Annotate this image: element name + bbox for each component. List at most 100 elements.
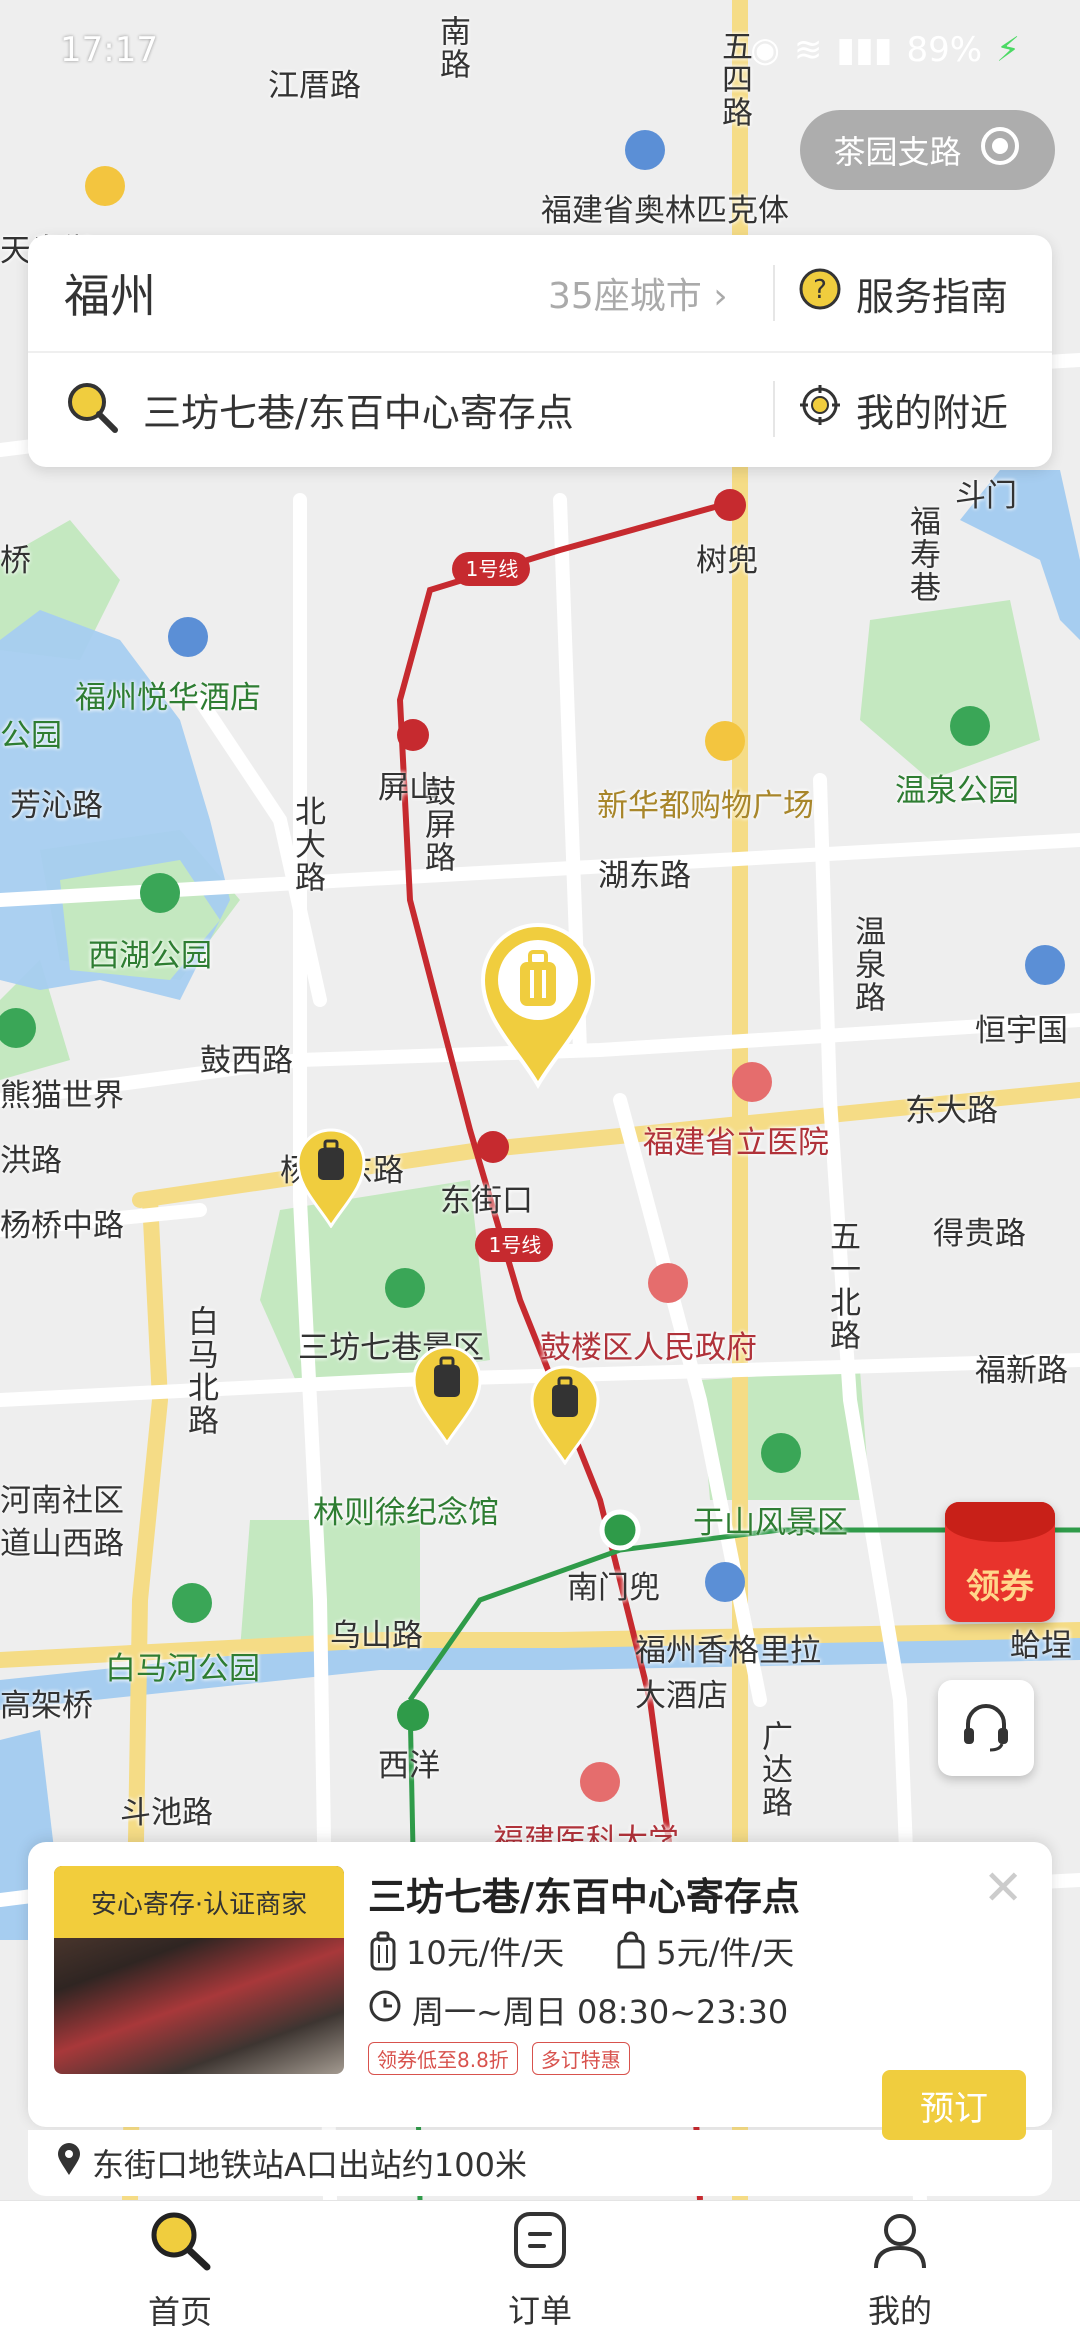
suitcase-icon [368,1931,398,1971]
search-row[interactable]: 三坊七巷/东百中心寄存点 我的附近 [28,351,1052,467]
map-label: 白马北路 [182,1305,218,1437]
help-icon: ? [798,267,842,320]
battery-level: 89% [906,30,983,70]
service-guide-button[interactable]: ? 服务指南 [798,266,1008,321]
nav-label: 订单 [507,2292,572,2330]
map-label: 西洋 [378,1748,440,1784]
store-pin[interactable] [296,1128,366,1229]
map-label: 温泉公园 [895,773,1019,809]
certified-badge: 安心寄存·认证商家 [54,1866,344,1938]
chevron-right-icon: › [713,276,728,317]
map-label: 斗池路 [120,1795,213,1831]
metro-line-label: 1号线 [488,1233,542,1257]
bottom-nav: 首页 订单 我的 [0,2200,1080,2341]
headset-icon [956,1696,1016,1760]
search-icon [64,379,120,439]
status-time: 17:17 [60,30,158,70]
promo-tag: 领券低至8.8折 [368,2042,518,2075]
nav-profile[interactable]: 我的 [720,2201,1080,2341]
bag-icon [614,1931,648,1971]
selected-store-pin[interactable] [478,920,598,1090]
map-label: 白马河公园 [105,1651,260,1687]
map-label: 鼓西路 [200,1043,293,1079]
map-label: 东街口 [440,1183,533,1219]
svg-text:?: ? [813,275,827,305]
map-label: 洪路 [0,1143,62,1179]
map-label: 东大路 [905,1093,998,1129]
map-label: 鼓楼区人民政府 [540,1330,757,1366]
current-location-label: 茶园支路 [833,133,962,171]
price-row: 10元/件/天 5元/件/天 [368,1928,794,1974]
order-list-icon [512,2210,568,2278]
map-label: 鼓屏路 [419,775,455,874]
search-input[interactable]: 三坊七巷/东百中心寄存点 [143,382,574,437]
large-luggage-price: 10元/件/天 [368,1928,564,1974]
divider [773,265,775,321]
map-label: 桥 [0,543,31,579]
map-label: 公园 [0,718,62,754]
map-label: 熊猫世界 [0,1078,124,1114]
map-label: 西湖公园 [88,938,212,974]
map-label: 得贵路 [933,1216,1026,1252]
nav-label: 我的 [867,2292,932,2330]
wifi-icon: ≋ [793,30,823,70]
map-label: 福州香格里拉大酒店 [635,1633,821,1714]
opening-hours: 周一~周日 08:30~23:30 [368,1987,788,2033]
map-label: 林则徐纪念馆 [313,1495,499,1531]
map-label: 斗门 [955,478,1017,514]
map-label: 树兜 [696,543,758,579]
nearby-button[interactable]: 我的附近 [798,382,1008,437]
city-row: 福州 35座城市 › ? 服务指南 [28,235,1052,353]
map-label: 福寿巷 [904,505,940,604]
customer-service-button[interactable] [938,1680,1034,1776]
map-label: 广达路 [756,1720,792,1819]
map-label: 湖东路 [598,858,691,894]
locate-icon [978,124,1022,176]
city-count-link[interactable]: 35座城市 › [548,267,728,319]
nearby-label: 我的附近 [856,390,1009,435]
map-label: 恒宇国 [975,1013,1068,1049]
clock-icon [368,1989,402,2031]
home-search-icon [147,2209,213,2279]
map-label: 乌山路 [330,1618,423,1654]
map-label: 杨桥中路 [0,1208,124,1244]
map-label: 南门兜 [567,1570,660,1606]
service-guide-label: 服务指南 [856,274,1009,319]
map-label: 五一北路 [824,1220,860,1352]
map-label: 河南社区 [0,1483,124,1519]
book-button[interactable]: 预订 [882,2070,1026,2140]
charging-icon: ⚡ [996,30,1020,70]
user-icon [870,2210,930,2278]
metro-line-label: 1号线 [465,557,519,581]
current-location-pill[interactable]: 茶园支路 [800,110,1055,190]
map-label: 蛤埕 [1010,1628,1072,1664]
store-pin[interactable] [412,1345,482,1446]
map-label: 道山西路 [0,1526,124,1562]
signal-icon: ▮▮▮ [836,30,893,70]
location-status-icon: ◉ [750,30,780,70]
status-bar: 17:17 ◉ ≋ ▮▮▮ 89% ⚡ [0,0,1080,100]
city-selector[interactable]: 福州 [64,260,156,326]
map-label: 北大路 [289,795,325,894]
coupon-label: 领券 [966,1567,1034,1607]
divider [773,381,775,437]
map-label: 新华都购物广场 [597,788,814,824]
close-icon[interactable]: ✕ [983,1860,1023,1916]
map-label: 福州悦华酒店 [75,680,261,716]
map-label: 福建省立医院 [643,1125,829,1161]
promo-tags: 领券低至8.8折 多订特惠 [368,2042,630,2075]
store-photo: 安心寄存·认证商家 [54,1866,344,2074]
map-label: 福新路 [975,1353,1068,1389]
crosshair-icon [798,383,842,436]
nav-home[interactable]: 首页 [0,2201,360,2341]
store-pin[interactable] [530,1365,600,1466]
location-pin-icon [56,2142,82,2184]
map-label: 温泉路 [849,915,885,1014]
store-name: 三坊七巷/东百中心寄存点 [368,1875,800,1919]
nav-orders[interactable]: 订单 [360,2201,720,2341]
nav-label: 首页 [147,2293,212,2331]
map-label: 于山风景区 [693,1505,848,1541]
promo-tag: 多订特惠 [531,2042,630,2075]
map-label: 芳沁路 [10,788,103,824]
coupon-button[interactable]: 领券 [945,1502,1055,1622]
